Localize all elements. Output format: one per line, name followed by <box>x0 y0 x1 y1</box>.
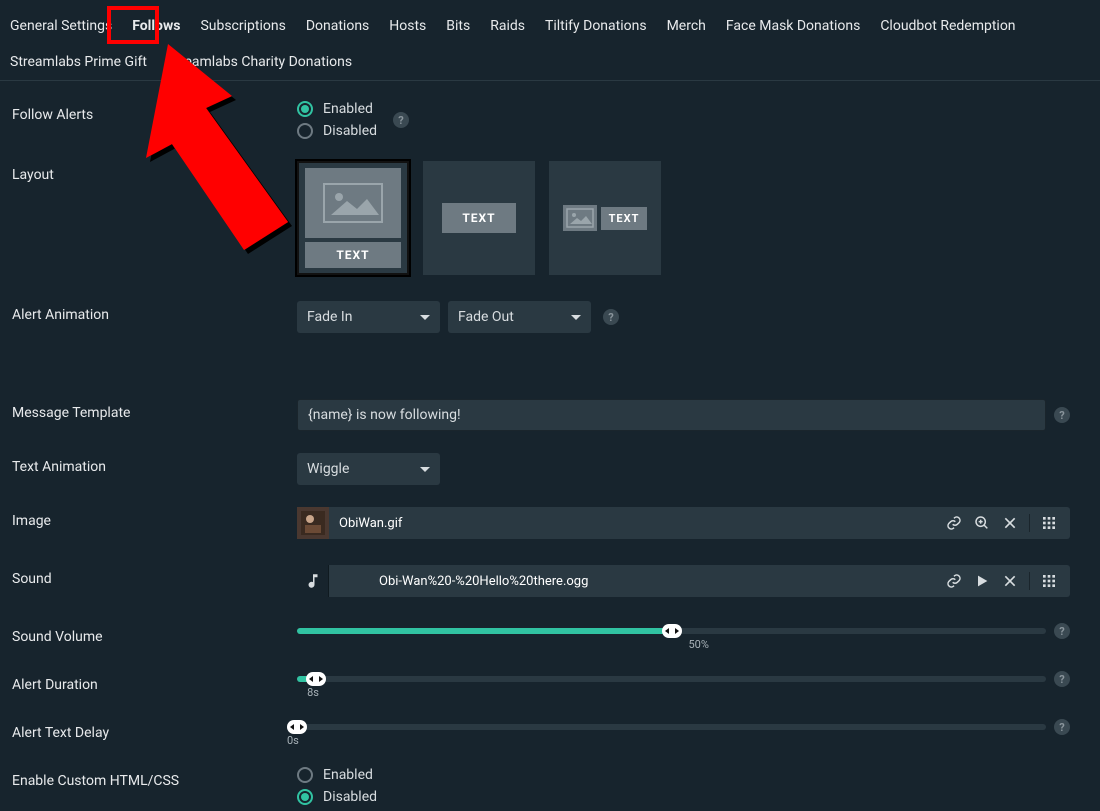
help-icon[interactable]: ? <box>1054 407 1070 423</box>
custom-disabled-radio[interactable]: Disabled <box>297 789 377 805</box>
sound-file-row: Obi-Wan%20-%20Hello%20there.ogg <box>297 565 1070 597</box>
radio-icon <box>297 101 313 117</box>
radio-label: Enabled <box>323 101 373 117</box>
help-icon[interactable]: ? <box>1054 719 1070 735</box>
layout-text-chip: TEXT <box>305 242 401 268</box>
help-icon[interactable]: ? <box>1054 671 1070 687</box>
label-sound-volume: Sound Volume <box>0 623 297 645</box>
layout-option-image-text-side[interactable]: TEXT <box>549 161 661 275</box>
slider-handle[interactable] <box>306 672 326 686</box>
radio-icon <box>297 123 313 139</box>
follow-alerts-disabled-radio[interactable]: Disabled <box>297 123 377 139</box>
select-value: Fade Out <box>458 309 514 325</box>
label-message-template: Message Template <box>0 399 297 421</box>
custom-enabled-radio[interactable]: Enabled <box>297 767 377 783</box>
settings-tabs: General SettingsFollowsSubscriptionsDona… <box>0 0 1100 81</box>
link-icon[interactable] <box>945 514 963 532</box>
tab-general-settings[interactable]: General Settings <box>0 8 122 44</box>
grid-icon[interactable] <box>1040 514 1058 532</box>
chevron-down-icon <box>420 315 430 320</box>
sound-volume-slider[interactable]: 50% <box>297 628 1046 634</box>
tab-face-mask-donations[interactable]: Face Mask Donations <box>716 8 870 44</box>
label-layout: Layout <box>0 161 297 183</box>
divider <box>1029 514 1030 532</box>
slider-handle[interactable] <box>287 720 307 734</box>
image-file-row: ObiWan.gif <box>297 507 1070 539</box>
input-value: {name} is now following! <box>308 407 461 423</box>
tab-cloudbot-redemption[interactable]: Cloudbot Redemption <box>870 8 1025 44</box>
play-icon[interactable] <box>973 572 991 590</box>
label-image: Image <box>0 507 297 529</box>
tab-subscriptions[interactable]: Subscriptions <box>190 8 295 44</box>
close-icon[interactable] <box>1001 572 1019 590</box>
radio-label: Disabled <box>323 123 377 139</box>
tab-follows[interactable]: Follows <box>122 8 190 44</box>
alert-duration-slider[interactable]: 8s <box>297 676 1046 682</box>
chevron-down-icon <box>571 315 581 320</box>
slider-value-label: 8s <box>307 686 319 699</box>
slider-value-label: 50% <box>689 638 709 651</box>
follow-alerts-radio-group: Enabled Disabled <box>297 101 377 139</box>
music-note-icon <box>297 565 329 597</box>
radio-icon <box>297 789 313 805</box>
help-icon[interactable]: ? <box>393 112 409 128</box>
image-filename: ObiWan.gif <box>339 516 935 531</box>
label-alert-duration: Alert Duration <box>0 671 297 693</box>
sound-filename: Obi-Wan%20-%20Hello%20there.ogg <box>339 574 935 589</box>
select-value: Wiggle <box>307 461 349 477</box>
select-value: Fade In <box>307 309 352 325</box>
chevron-down-icon <box>420 467 430 472</box>
zoom-icon[interactable] <box>973 514 991 532</box>
tab-streamlabs-charity-donations[interactable]: Streamlabs Charity Donations <box>157 44 362 80</box>
radio-icon <box>297 767 313 783</box>
follow-alerts-enabled-radio[interactable]: Enabled <box>297 101 377 117</box>
label-alert-text-delay: Alert Text Delay <box>0 719 297 741</box>
alert-text-delay-slider[interactable]: 0s <box>297 724 1046 730</box>
text-animation-select[interactable]: Wiggle <box>297 453 440 485</box>
tab-merch[interactable]: Merch <box>657 8 716 44</box>
tab-donations[interactable]: Donations <box>296 8 379 44</box>
grid-icon[interactable] <box>1040 572 1058 590</box>
layout-text-chip: TEXT <box>601 207 648 230</box>
message-template-input[interactable]: {name} is now following! <box>297 399 1046 431</box>
slider-handle[interactable] <box>662 624 682 638</box>
settings-form: Follow Alerts Enabled Disabled ? Layout <box>0 81 1100 811</box>
divider <box>1029 572 1030 590</box>
label-follow-alerts: Follow Alerts <box>0 101 297 123</box>
help-icon[interactable]: ? <box>1054 623 1070 639</box>
tab-hosts[interactable]: Hosts <box>379 8 436 44</box>
help-icon[interactable]: ? <box>603 309 619 325</box>
tab-bits[interactable]: Bits <box>436 8 480 44</box>
layout-text-chip: TEXT <box>442 203 515 233</box>
tab-tiltify-donations[interactable]: Tiltify Donations <box>535 8 657 44</box>
image-thumbnail <box>297 507 329 539</box>
radio-label: Enabled <box>323 767 373 783</box>
tab-raids[interactable]: Raids <box>480 8 535 44</box>
alert-animation-in-select[interactable]: Fade In <box>297 301 440 333</box>
label-sound: Sound <box>0 565 297 587</box>
radio-label: Disabled <box>323 789 377 805</box>
alert-animation-out-select[interactable]: Fade Out <box>448 301 591 333</box>
label-text-animation: Text Animation <box>0 453 297 475</box>
layout-option-image-above-text[interactable]: TEXT <box>297 161 409 275</box>
slider-value-label: 0s <box>287 734 299 747</box>
custom-html-radio-group: Enabled Disabled <box>297 767 377 805</box>
link-icon[interactable] <box>945 572 963 590</box>
layout-option-text-only[interactable]: TEXT <box>423 161 535 275</box>
close-icon[interactable] <box>1001 514 1019 532</box>
label-alert-animation: Alert Animation <box>0 301 297 323</box>
tab-streamlabs-prime-gift[interactable]: Streamlabs Prime Gift <box>0 44 157 80</box>
layout-options: TEXT TEXT TEXT <box>297 161 661 275</box>
label-enable-custom: Enable Custom HTML/CSS <box>0 767 297 789</box>
